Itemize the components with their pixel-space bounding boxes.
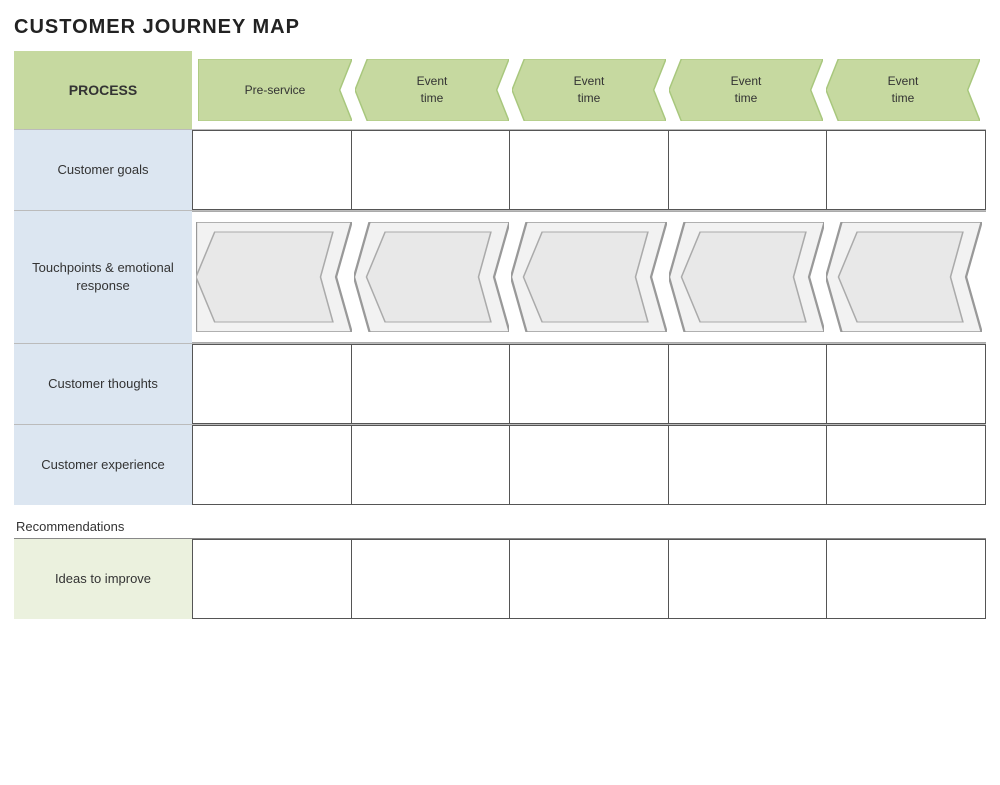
touchpoint-arrow bbox=[511, 222, 667, 332]
process-step-label: Event time bbox=[564, 73, 615, 107]
process-step-arrow: Pre-service bbox=[198, 59, 352, 121]
journey-map: PROCESS Pre-service Event time Event time E… bbox=[14, 51, 986, 619]
process-step-label: Event time bbox=[721, 73, 772, 107]
touchpoint-arrow bbox=[669, 222, 825, 332]
touchpoints-arrows bbox=[192, 211, 986, 343]
customer-thoughts-cells bbox=[192, 344, 986, 424]
ideas-cells bbox=[192, 539, 986, 619]
table-row[interactable] bbox=[669, 539, 828, 619]
process-row: PROCESS Pre-service Event time Event time E… bbox=[14, 51, 986, 129]
table-row[interactable] bbox=[352, 539, 511, 619]
table-row[interactable] bbox=[827, 130, 986, 210]
table-row[interactable] bbox=[352, 344, 511, 424]
table-row[interactable] bbox=[352, 425, 511, 505]
page-title: CUSTOMER JOURNEY MAP bbox=[14, 16, 986, 39]
table-row[interactable] bbox=[669, 425, 828, 505]
customer-thoughts-row: Customer thoughts bbox=[14, 343, 986, 424]
table-row[interactable] bbox=[827, 344, 986, 424]
process-arrows: Pre-service Event time Event time Event tim… bbox=[192, 51, 986, 129]
recommendations-label: Recommendations bbox=[16, 519, 124, 534]
table-row[interactable] bbox=[510, 344, 669, 424]
table-row[interactable] bbox=[669, 130, 828, 210]
table-row[interactable] bbox=[510, 425, 669, 505]
customer-thoughts-label: Customer thoughts bbox=[14, 344, 192, 424]
process-step-arrow: Event time bbox=[669, 59, 823, 121]
table-row[interactable] bbox=[669, 344, 828, 424]
table-row[interactable] bbox=[510, 130, 669, 210]
process-label: PROCESS bbox=[14, 51, 192, 129]
process-step-arrow: Event time bbox=[355, 59, 509, 121]
process-step-label: Event time bbox=[878, 73, 929, 107]
touchpoint-arrow bbox=[826, 222, 982, 332]
process-step-label: Pre-service bbox=[235, 82, 316, 99]
table-row[interactable] bbox=[827, 539, 986, 619]
ideas-row: Ideas to improve bbox=[14, 539, 986, 619]
customer-experience-label: Customer experience bbox=[14, 425, 192, 505]
table-row[interactable] bbox=[827, 425, 986, 505]
process-step-label: Event time bbox=[407, 73, 458, 107]
table-row[interactable] bbox=[352, 130, 511, 210]
process-step-arrow: Event time bbox=[512, 59, 666, 121]
table-row[interactable] bbox=[192, 425, 352, 505]
table-row[interactable] bbox=[510, 539, 669, 619]
customer-goals-cells bbox=[192, 130, 986, 210]
process-step-arrow: Event time bbox=[826, 59, 980, 121]
customer-experience-cells bbox=[192, 425, 986, 505]
ideas-label: Ideas to improve bbox=[14, 539, 192, 619]
table-row[interactable] bbox=[192, 344, 352, 424]
recommendations-row: Recommendations bbox=[14, 513, 986, 539]
table-row[interactable] bbox=[192, 539, 352, 619]
touchpoints-label: Touchpoints & emotional response bbox=[14, 211, 192, 343]
touchpoints-row: Touchpoints & emotional response bbox=[14, 210, 986, 343]
customer-goals-row: Customer goals bbox=[14, 129, 986, 210]
touchpoint-arrow bbox=[354, 222, 510, 332]
table-row[interactable] bbox=[192, 130, 352, 210]
customer-goals-label: Customer goals bbox=[14, 130, 192, 210]
touchpoint-arrow bbox=[196, 222, 352, 332]
customer-experience-row: Customer experience bbox=[14, 424, 986, 505]
